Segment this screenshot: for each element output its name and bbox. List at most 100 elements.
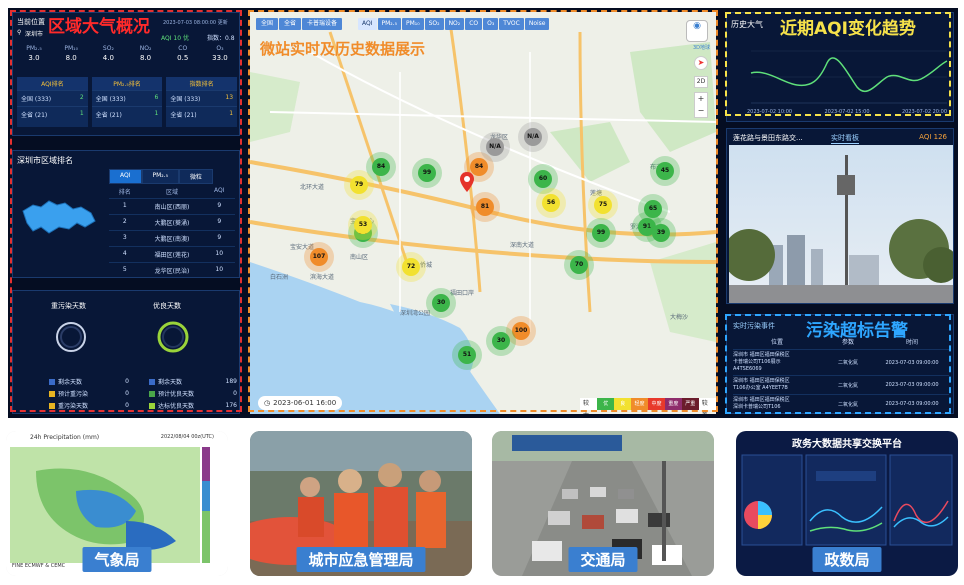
aqi-marker[interactable]: 56	[542, 194, 560, 212]
rank-row: 全省 (21) 1	[166, 106, 238, 122]
pollutant-tab[interactable]: PM₂.₅	[377, 18, 402, 30]
aqi-legend-item: 轻度	[631, 398, 648, 410]
aqi-marker[interactable]: 70	[570, 256, 588, 274]
legend-value: 0	[233, 390, 237, 397]
weather-bureau-card[interactable]: 24h Precipitation (mm) 2022/08/04 00z(UT…	[6, 431, 228, 576]
event-location-line: 深圳市 福田区福田保税区	[733, 378, 790, 384]
data-bureau-card[interactable]: 政务大数据共享交换平台 政数局	[736, 431, 958, 576]
live-board-tab[interactable]: 实时看板	[831, 133, 859, 144]
pollutant-name: O₃	[216, 45, 224, 52]
globe-3d-button[interactable]: ◉	[686, 20, 708, 42]
aqi-marker[interactable]: 60	[534, 170, 552, 188]
pollutant-item: SO₂ 4.0	[91, 45, 125, 69]
aqi-marker[interactable]: 107	[310, 248, 328, 266]
aqi-marker[interactable]: 39	[652, 224, 670, 242]
district-tab[interactable]: 微粒	[179, 169, 214, 184]
aqi-marker[interactable]: 53	[354, 216, 372, 234]
district-cell: 龙华区(民治)	[154, 268, 190, 275]
pollutant-row: PM₂.₅ 3.0 PM₁₀ 8.0 SO₂ 4.0 NO₂ 8.0 CO 0.5 O₃ 33.0	[17, 45, 237, 69]
aqi-marker[interactable]: 72	[402, 258, 420, 276]
globe-icon: ◉	[693, 21, 701, 31]
aqi-marker[interactable]: 99	[592, 224, 610, 242]
aqi-marker[interactable]: 81	[476, 198, 494, 216]
district-cell: 9	[217, 218, 222, 225]
event-row[interactable]: 深圳市 福田区福田保税区 卡普瑞公司T106展示 A4TSE6069 二氧化氮 2023…	[733, 349, 949, 375]
aqi-legend-item: 重度	[664, 398, 682, 410]
district-cell: 9	[217, 234, 222, 241]
aqi-marker[interactable]: 30	[432, 294, 450, 312]
legend-swatch	[49, 402, 55, 409]
district-cell: 2	[122, 218, 127, 225]
station-title: 莲花路与景田东路交...	[733, 134, 803, 142]
pollutant-tab[interactable]: O₃	[483, 18, 499, 30]
district-tabs: AQI PM₂.₅ 微粒	[109, 169, 214, 184]
pollutant-tab[interactable]: AQI	[358, 18, 377, 30]
aqi-marker[interactable]: N/A	[486, 138, 504, 156]
pollutant-tab[interactable]: CO	[465, 18, 483, 30]
pollutant-item: PM₂.₅ 3.0	[17, 45, 51, 69]
pollutant-tab[interactable]: TVOC	[499, 18, 524, 30]
pollutant-item: NO₂ 8.0	[129, 45, 163, 69]
pollutant-name: SO₂	[102, 45, 114, 52]
event-row[interactable]: 深圳市 福田区福田保税区 T106办公室 A4YEET7B 二氧化氮 2023-07-…	[733, 375, 949, 394]
legend-value: 0	[125, 378, 129, 385]
event-time: 2023-07-03 09:00:00	[885, 382, 939, 388]
map-timestamp[interactable]: ◷ 2023-06-01 16:00	[258, 396, 343, 410]
aqi-legend: 较大优良轻度中度重度严重较差	[580, 398, 716, 414]
location-label: 当前位置	[17, 18, 45, 26]
aqi-marker[interactable]: N/A	[524, 128, 542, 146]
district-header: 区域	[165, 189, 178, 196]
clock-icon: ◷	[264, 399, 271, 407]
aqi-marker[interactable]: 30	[492, 332, 510, 350]
aqi-marker[interactable]: 51	[458, 346, 476, 364]
zoom-control[interactable]: + −	[694, 92, 708, 118]
rank-value: 6	[154, 94, 159, 101]
traffic-bureau-card[interactable]: 交通局	[492, 431, 714, 576]
legend-prefix: 较大	[580, 398, 598, 414]
event-time: 2023-07-03 09:00:00	[885, 401, 939, 407]
pollutant-tab[interactable]: PM₁₀	[402, 18, 424, 30]
pollutant-tab[interactable]: NO₂	[444, 18, 465, 30]
map-scope-button[interactable]: 全省	[279, 18, 302, 30]
event-location: 深圳市 福田区福田保税区 深圳卡普瑞公司T106	[733, 397, 821, 411]
place-label: 深南大道	[510, 242, 535, 249]
location-pin-marker[interactable]	[460, 172, 474, 192]
aqi-marker[interactable]: 99	[418, 164, 436, 182]
map-scope-button[interactable]: 全国	[256, 18, 279, 30]
event-time: 2023-07-03 09:00:00	[885, 359, 939, 366]
legend-swatch	[149, 390, 155, 397]
district-cell: 3	[122, 234, 127, 241]
aqi-marker[interactable]: 45	[656, 162, 674, 180]
index-value: 指数：0.8	[207, 35, 235, 42]
2d-toggle-button[interactable]: 2D	[694, 76, 708, 88]
event-param: 二氧化氮	[837, 360, 858, 366]
compass-icon[interactable]: ➤	[694, 56, 708, 70]
pollutant-tab[interactable]: SO₂	[424, 18, 444, 30]
rank-column: PM₂.₅排名 全国 (333) 6 全省 (21) 1	[91, 77, 163, 127]
event-location: 深圳市 福田区福田保税区 T106办公室 A4YEET7B	[733, 378, 821, 392]
aqi-marker[interactable]: 79	[350, 176, 368, 194]
legend-suffix: 较差	[698, 398, 716, 414]
event-title: 实时污染事件	[733, 322, 775, 330]
aqi-marker[interactable]: 65	[644, 200, 662, 218]
location-value[interactable]: 深圳市	[25, 29, 43, 38]
district-row: 3 大鹏区(南澳) 9	[109, 230, 235, 246]
rank-scope: 全省 (21)	[95, 112, 122, 119]
map-view[interactable]: 微站实时及历史数据展示 全国 全省 卡普瑞设备 AQI PM₂.₅ PM₁₀ SO₂ NO₂…	[250, 12, 716, 414]
precip-footer: FINE ECMWF & CEMC	[12, 563, 66, 569]
history-label: 历史大气	[731, 20, 763, 29]
district-tab[interactable]: AQI	[109, 169, 142, 184]
trend-time-label: 2023-07-02 15:00	[824, 109, 870, 115]
district-tab[interactable]: PM₂.₅	[141, 169, 180, 184]
place-label: 北环大道	[300, 184, 325, 191]
legend-label: 达标优良天数	[158, 403, 195, 410]
place-label: 滨海大道	[310, 274, 335, 281]
map-scope-button[interactable]: 卡普瑞设备	[302, 18, 343, 30]
emergency-bureau-card[interactable]: 城市应急管理局	[250, 431, 472, 576]
pollutant-tab[interactable]: Noise	[524, 18, 550, 30]
pollutant-value: 3.0	[28, 54, 40, 62]
aqi-marker[interactable]: 75	[594, 196, 612, 214]
event-location-line: 卡普瑞公司T106展示	[733, 359, 781, 365]
aqi-marker[interactable]: 84	[372, 158, 390, 176]
event-row[interactable]: 深圳市 福田区福田保税区 深圳卡普瑞公司T106 二氧化氮 2023-07-03 09…	[733, 394, 949, 413]
